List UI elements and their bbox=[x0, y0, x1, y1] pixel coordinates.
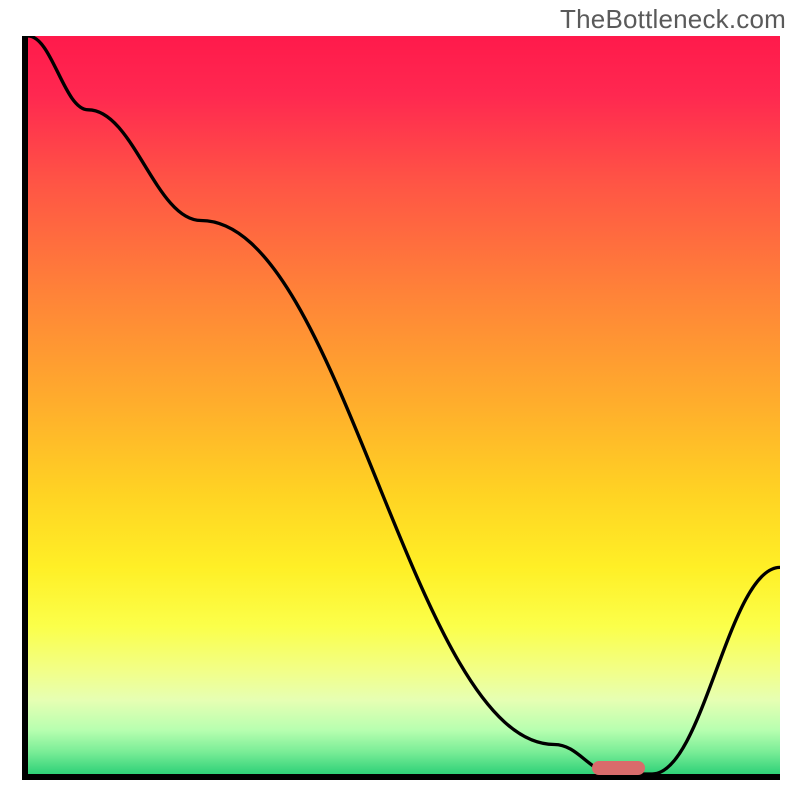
watermark-label: TheBottleneck.com bbox=[560, 4, 786, 35]
optimal-range-marker bbox=[592, 761, 645, 775]
chart-container: TheBottleneck.com bbox=[0, 0, 800, 800]
chart-plot-area bbox=[28, 36, 780, 774]
bottleneck-curve bbox=[28, 36, 780, 774]
chart-axes bbox=[22, 36, 780, 780]
